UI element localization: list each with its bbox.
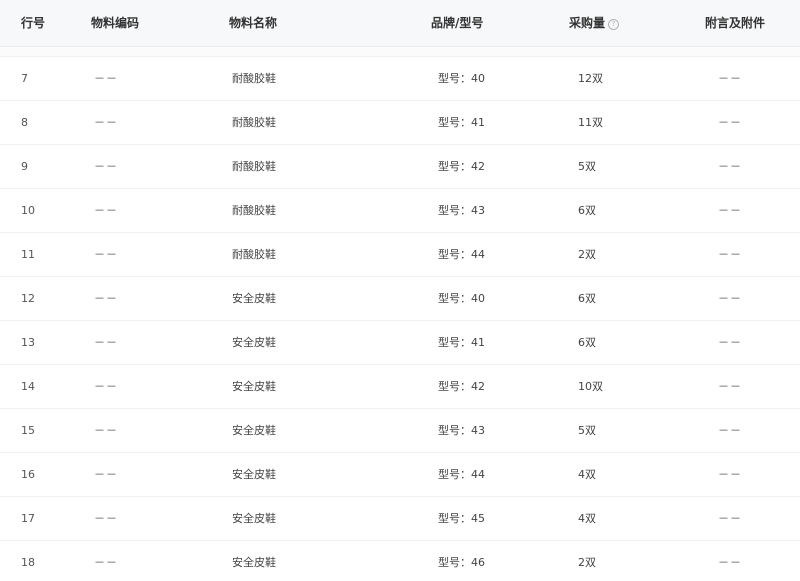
cell-material-name: 安全皮鞋 bbox=[232, 424, 276, 437]
cell-line-no: 9 bbox=[21, 160, 28, 173]
cell-brand-model: 型号：44 bbox=[438, 468, 485, 481]
cell-material-code: －－ bbox=[94, 248, 118, 261]
cell-remark: －－ bbox=[718, 336, 742, 349]
table-row: 17 －－ 安全皮鞋 型号：45 4双 －－ bbox=[0, 497, 800, 541]
cell-remark: －－ bbox=[718, 160, 742, 173]
cell-remark: －－ bbox=[718, 380, 742, 393]
cell-quantity: 6双 bbox=[578, 336, 596, 349]
cell-material-name: 安全皮鞋 bbox=[232, 512, 276, 525]
cell-material-name: 安全皮鞋 bbox=[232, 380, 276, 393]
cell-line-no: 16 bbox=[21, 468, 35, 481]
cell-material-code: －－ bbox=[94, 160, 118, 173]
cell-material-code: －－ bbox=[94, 336, 118, 349]
cell-material-code: －－ bbox=[94, 204, 118, 217]
cell-line-no: 11 bbox=[21, 248, 35, 261]
cell-quantity: 4双 bbox=[578, 512, 596, 525]
table-row: 14 －－ 安全皮鞋 型号：42 10双 －－ bbox=[0, 365, 800, 409]
header-quantity-label: 采购量 bbox=[569, 16, 606, 30]
cell-line-no: 18 bbox=[21, 556, 35, 569]
cell-line-no: 10 bbox=[21, 204, 35, 217]
cell-material-code: －－ bbox=[94, 292, 118, 305]
cell-line-no: 17 bbox=[21, 512, 35, 525]
cell-line-no: 8 bbox=[21, 116, 28, 129]
cell-material-code: －－ bbox=[94, 512, 118, 525]
cell-material-code: －－ bbox=[94, 380, 118, 393]
cell-remark: －－ bbox=[718, 72, 742, 85]
cell-material-name: 安全皮鞋 bbox=[232, 336, 276, 349]
table-row: 13 －－ 安全皮鞋 型号：41 6双 －－ bbox=[0, 321, 800, 365]
cell-remark: －－ bbox=[718, 468, 742, 481]
table-row: 8 －－ 耐酸胶鞋 型号：41 11双 －－ bbox=[0, 101, 800, 145]
cell-brand-model: 型号：43 bbox=[438, 204, 485, 217]
cell-brand-model: 型号：41 bbox=[438, 116, 485, 129]
cell-remark: －－ bbox=[718, 204, 742, 217]
cell-remark: －－ bbox=[718, 292, 742, 305]
cell-material-code: －－ bbox=[94, 72, 118, 85]
table-row: 7 －－ 耐酸胶鞋 型号：40 12双 －－ bbox=[0, 57, 800, 101]
cell-quantity: 6双 bbox=[578, 292, 596, 305]
cell-quantity: 5双 bbox=[578, 424, 596, 437]
cell-material-name: 耐酸胶鞋 bbox=[232, 204, 276, 217]
cell-brand-model: 型号：46 bbox=[438, 556, 485, 569]
cell-quantity: 2双 bbox=[578, 248, 596, 261]
header-material-name: 物料名称 bbox=[229, 16, 278, 30]
cell-remark: －－ bbox=[718, 248, 742, 261]
header-remark: 附言及附件 bbox=[705, 16, 766, 30]
table-row: 16 －－ 安全皮鞋 型号：44 4双 －－ bbox=[0, 453, 800, 497]
cell-quantity: 2双 bbox=[578, 556, 596, 569]
cell-material-name: 安全皮鞋 bbox=[232, 292, 276, 305]
cell-material-code: －－ bbox=[94, 468, 118, 481]
purchase-items-table: 行号 物料编码 物料名称 品牌/型号 采购量? 附言及附件 7 －－ 耐酸胶鞋 型号：… bbox=[0, 0, 800, 581]
table-row: 11 －－ 耐酸胶鞋 型号：44 2双 －－ bbox=[0, 233, 800, 277]
cell-material-name: 耐酸胶鞋 bbox=[232, 72, 276, 85]
table-body: 7 －－ 耐酸胶鞋 型号：40 12双 －－ 8 －－ 耐酸胶鞋 型号：41 11双 －－ 9 －－ 耐酸胶… bbox=[0, 57, 800, 581]
header-line-no: 行号 bbox=[21, 16, 46, 30]
help-circle-icon[interactable]: ? bbox=[608, 19, 620, 30]
cell-line-no: 14 bbox=[21, 380, 35, 393]
cell-quantity: 10双 bbox=[578, 380, 603, 393]
cell-remark: －－ bbox=[718, 512, 742, 525]
table-header: 行号 物料编码 物料名称 品牌/型号 采购量? 附言及附件 bbox=[0, 0, 800, 47]
cell-quantity: 11双 bbox=[578, 116, 603, 129]
cell-brand-model: 型号：45 bbox=[438, 512, 485, 525]
table-row: 15 －－ 安全皮鞋 型号：43 5双 －－ bbox=[0, 409, 800, 453]
cell-remark: －－ bbox=[718, 424, 742, 437]
cell-quantity: 5双 bbox=[578, 160, 596, 173]
cell-quantity: 6双 bbox=[578, 204, 596, 217]
cell-material-code: －－ bbox=[94, 116, 118, 129]
header-material-code: 物料编码 bbox=[91, 16, 140, 30]
cell-material-name: 安全皮鞋 bbox=[232, 556, 276, 569]
header-quantity: 采购量? bbox=[569, 0, 620, 46]
cell-remark: －－ bbox=[718, 116, 742, 129]
cell-material-code: －－ bbox=[94, 424, 118, 437]
cell-quantity: 12双 bbox=[578, 72, 603, 85]
cell-line-no: 13 bbox=[21, 336, 35, 349]
cell-brand-model: 型号：40 bbox=[438, 72, 485, 85]
table-row: 9 －－ 耐酸胶鞋 型号：42 5双 －－ bbox=[0, 145, 800, 189]
table-row: 12 －－ 安全皮鞋 型号：40 6双 －－ bbox=[0, 277, 800, 321]
table-row: 18 －－ 安全皮鞋 型号：46 2双 －－ bbox=[0, 541, 800, 581]
cell-brand-model: 型号：40 bbox=[438, 292, 485, 305]
header-brand-model: 品牌/型号 bbox=[431, 16, 484, 30]
cell-material-name: 耐酸胶鞋 bbox=[232, 160, 276, 173]
cell-line-no: 15 bbox=[21, 424, 35, 437]
cell-quantity: 4双 bbox=[578, 468, 596, 481]
cell-brand-model: 型号：41 bbox=[438, 336, 485, 349]
cell-material-name: 耐酸胶鞋 bbox=[232, 116, 276, 129]
cell-brand-model: 型号：43 bbox=[438, 424, 485, 437]
cell-remark: －－ bbox=[718, 556, 742, 569]
cell-material-code: －－ bbox=[94, 556, 118, 569]
cell-brand-model: 型号：42 bbox=[438, 380, 485, 393]
cell-line-no: 12 bbox=[21, 292, 35, 305]
header-spacer bbox=[0, 47, 800, 57]
cell-brand-model: 型号：42 bbox=[438, 160, 485, 173]
cell-material-name: 安全皮鞋 bbox=[232, 468, 276, 481]
table-row: 10 －－ 耐酸胶鞋 型号：43 6双 －－ bbox=[0, 189, 800, 233]
cell-line-no: 7 bbox=[21, 72, 28, 85]
cell-brand-model: 型号：44 bbox=[438, 248, 485, 261]
cell-material-name: 耐酸胶鞋 bbox=[232, 248, 276, 261]
